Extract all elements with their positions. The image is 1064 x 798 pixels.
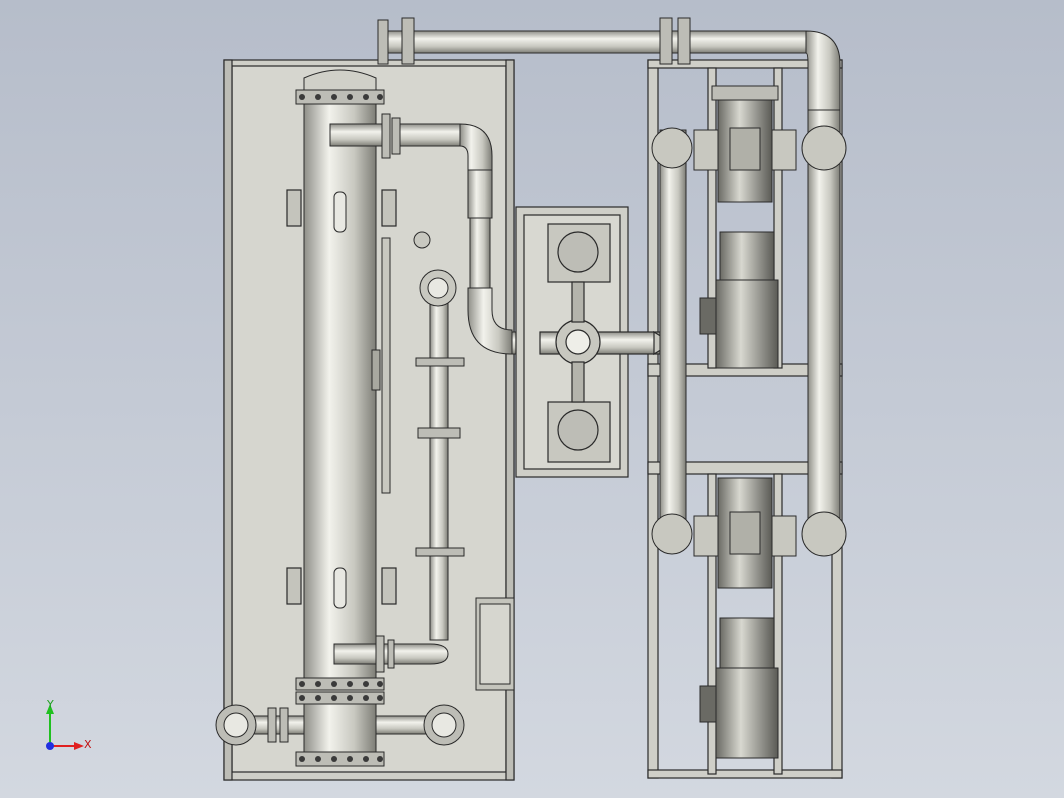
junction-box [475, 597, 515, 691]
coordinate-triad: Y X [46, 698, 92, 751]
cad-model-scene[interactable]: Y X [0, 0, 1064, 798]
triad-y-label: Y [46, 698, 54, 711]
triad-x-label: X [84, 738, 92, 751]
graphics-viewport[interactable]: Y X [0, 0, 1064, 798]
